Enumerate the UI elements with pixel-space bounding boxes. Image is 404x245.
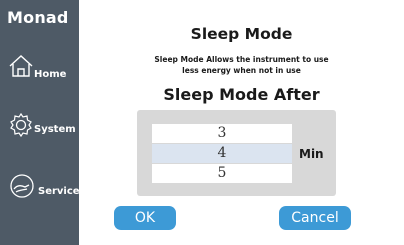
description-line-1: Sleep Mode Allows the instrument to use bbox=[154, 55, 329, 64]
picker-option-selected[interactable]: 4 bbox=[152, 144, 292, 163]
ok-button[interactable]: OK bbox=[114, 206, 176, 230]
sidebar-item-label: System bbox=[34, 124, 76, 135]
sidebar-item-service[interactable]: Service bbox=[0, 170, 80, 222]
sleep-mode-panel: Sleep Mode Sleep Mode Allows the instrum… bbox=[79, 0, 404, 245]
section-title: Sleep Mode After bbox=[163, 85, 320, 104]
gear-icon bbox=[8, 112, 34, 142]
sidebar-item-system[interactable]: System bbox=[0, 108, 79, 160]
unit-label: Min bbox=[299, 147, 324, 161]
home-icon bbox=[8, 54, 34, 82]
page-title: Sleep Mode bbox=[190, 25, 293, 43]
description: Sleep Mode Allows the instrument to use … bbox=[79, 54, 404, 76]
minute-picker-panel: 3 4 5 Min bbox=[137, 110, 336, 196]
description-line-2: less energy when not in use bbox=[182, 66, 301, 75]
cancel-button[interactable]: Cancel bbox=[279, 206, 351, 230]
sidebar: Monad Home System Service bbox=[0, 0, 80, 245]
sidebar-item-label: Service bbox=[38, 186, 80, 197]
brand-logo: Monad bbox=[7, 8, 69, 27]
service-icon bbox=[8, 172, 36, 204]
picker-option[interactable]: 3 bbox=[152, 124, 292, 143]
sidebar-item-label: Home bbox=[34, 69, 67, 80]
sidebar-item-home[interactable]: Home bbox=[0, 52, 79, 104]
picker-option[interactable]: 5 bbox=[152, 164, 292, 183]
minute-picker-wheel[interactable]: 3 4 5 bbox=[152, 124, 292, 184]
